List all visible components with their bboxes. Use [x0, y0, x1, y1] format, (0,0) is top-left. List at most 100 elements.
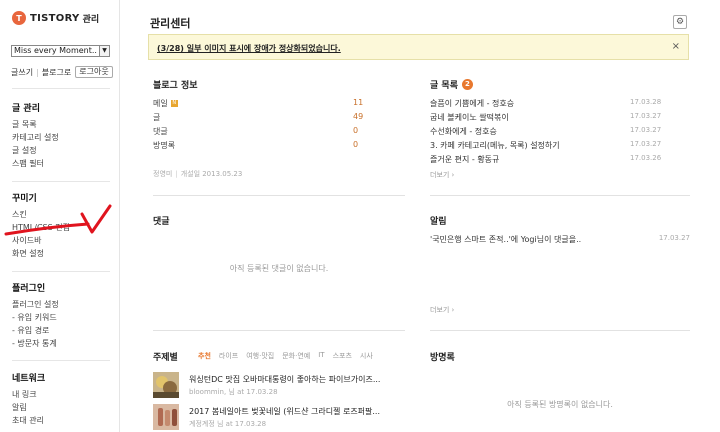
divider [12, 360, 110, 361]
post-date: 17.03.27 [630, 126, 662, 134]
tistory-logo[interactable]: T TISTORY 관리 [12, 11, 99, 25]
write-link[interactable]: 글쓰기 [11, 67, 33, 78]
sidebar-item-sidebar[interactable]: 사이드바 [12, 234, 112, 247]
sidebar-section-posts: 글 관리 글 목록 카테고리 설정 글 설정 스팸 필터 [12, 101, 112, 170]
notice-message[interactable]: (3/28) 일부 이미지 표시에 장애가 정상화되었습니다. [157, 43, 341, 54]
panel-title: 글 목록 [430, 81, 458, 91]
post-date: 17.03.26 [630, 154, 662, 162]
sidebar-item-post-settings[interactable]: 글 설정 [12, 144, 112, 157]
sidebar-item-spam-filter[interactable]: 스팸 필터 [12, 157, 112, 170]
sidebar-item-alarm[interactable]: 알림 [12, 401, 112, 414]
panel-title: 방명록 [430, 353, 455, 363]
divider [430, 195, 690, 196]
post-list-panel: 글 목록 2 [430, 78, 473, 91]
divider [430, 330, 690, 331]
tab-news[interactable]: 시사 [360, 351, 373, 361]
sidebar-item-inflow-path[interactable]: - 유입 경로 [12, 324, 112, 337]
stat-label: 글 [153, 113, 161, 122]
post-date: 17.03.28 [630, 98, 662, 106]
empty-message: 아직 등록된 댓글이 없습니다. [229, 264, 329, 273]
more-link[interactable]: 더보기 › [430, 305, 454, 315]
post-count-badge: 2 [461, 79, 473, 90]
divider: | [36, 67, 39, 77]
sidebar-section-title: 네트워크 [12, 374, 46, 384]
stat-row-posts[interactable]: 글 49 [153, 112, 373, 123]
sidebar-item-category-settings[interactable]: 카테고리 설정 [12, 131, 112, 144]
blog-meta: 정영미 | 개설일 2013.05.23 [153, 169, 242, 179]
settings-button[interactable]: ⚙ [673, 15, 687, 29]
panel-title: 주제별 [153, 353, 178, 363]
alarm-panel: 알림 [430, 214, 447, 227]
tab-life[interactable]: 라이프 [219, 351, 238, 361]
panel-title: 댓글 [153, 217, 170, 227]
sidebar-section-title: 글 관리 [12, 104, 40, 114]
page-title: 관리센터 [150, 17, 191, 30]
sidebar-section-plugins: 플러그인 플러그인 설정 - 유입 키워드 - 유입 경로 - 방문자 통계 [12, 281, 112, 350]
sidebar-item-plugin-settings[interactable]: 플러그인 설정 [12, 298, 112, 311]
goto-blog-link[interactable]: 블로그로 [42, 67, 71, 78]
tab-recommend[interactable]: 추천 [198, 351, 211, 361]
tab-culture-ent[interactable]: 문화·연예 [282, 351, 310, 361]
post-title[interactable]: 수선화에게 - 정호승 [430, 126, 497, 137]
panel-title: 알림 [430, 217, 447, 227]
stat-value: 49 [353, 112, 364, 121]
feed-item[interactable]: 2017 봄네일아트 벚꽃네일 (위드샨 그라디젤 로즈퍼팔... 계정계정 님… [153, 404, 403, 432]
topics-panel: 주제별 [153, 350, 178, 363]
chevron-down-icon: ▼ [99, 46, 109, 56]
more-link[interactable]: 더보기 › [430, 170, 454, 180]
tab-sports[interactable]: 스포츠 [333, 351, 352, 361]
feed-thumbnail [153, 372, 179, 398]
post-row[interactable]: 3. 카페 카테고리(메뉴, 목록) 설정하기 17.03.27 [430, 140, 690, 151]
sidebar-section-title: 플러그인 [12, 284, 46, 294]
post-title[interactable]: 굽네 볼케이노 쌀떡볶이 [430, 112, 509, 123]
alarm-text[interactable]: '국민은행 스마트 존적..'에 Yogi님이 댓글을.. [430, 234, 581, 245]
post-row[interactable]: 수선화에게 - 정호승 17.03.27 [430, 126, 690, 137]
sidebar-item-invite[interactable]: 초대 관리 [12, 414, 112, 427]
close-icon[interactable]: × [672, 41, 680, 52]
post-row[interactable]: 슬픔이 기쁨에게 - 정호승 17.03.28 [430, 98, 690, 109]
tab-travel-food[interactable]: 여행·맛집 [246, 351, 274, 361]
guestbook-panel: 방명록 [430, 350, 455, 363]
logout-button[interactable]: 로그아웃 [75, 66, 113, 78]
feed-title[interactable]: 워싱턴DC 맛집 오바마대통령이 좋아하는 파이브가이즈... [189, 374, 380, 385]
sidebar-item-html-css-edit[interactable]: HTML/CSS 편집 [12, 221, 112, 234]
alarm-item[interactable]: '국민은행 스마트 존적..'에 Yogi님이 댓글을.. 17.03.27 [430, 234, 690, 245]
blog-owner: 정영미 [153, 170, 173, 178]
post-date: 17.03.27 [630, 140, 662, 148]
sidebar-item-skin[interactable]: 스킨 [12, 208, 112, 221]
topic-tabs: 추천 라이프 여행·맛집 문화·연예 IT 스포츠 시사 [198, 351, 381, 361]
blog-select-dropdown[interactable]: Miss every Moment.. ▼ [11, 45, 110, 57]
stat-row-comments[interactable]: 댓글 0 [153, 126, 373, 137]
feed-item[interactable]: 워싱턴DC 맛집 오바마대통령이 좋아하는 파이브가이즈... bloommin… [153, 372, 403, 400]
tab-it[interactable]: IT [318, 351, 324, 361]
panel-title: 블로그 정보 [153, 81, 198, 91]
divider [12, 181, 110, 182]
blog-select-value: Miss every Moment.. [14, 46, 97, 55]
blog-opened-date: 개설일 2013.05.23 [180, 170, 243, 178]
new-badge: N [170, 100, 178, 107]
post-row[interactable]: 즐거운 편지 - 황동규 17.03.26 [430, 154, 690, 165]
post-title[interactable]: 슬픔이 기쁨에게 - 정호승 [430, 98, 514, 109]
feed-meta: 계정계정 님 at 17.03.28 [189, 420, 267, 428]
divider: | [175, 170, 178, 178]
post-date: 17.03.27 [630, 112, 662, 120]
sidebar-item-my-links[interactable]: 내 링크 [12, 388, 112, 401]
stat-row-mail[interactable]: 메일 N 11 [153, 98, 373, 109]
stat-row-guestbook[interactable]: 방명록 0 [153, 140, 373, 151]
divider [153, 330, 405, 331]
stat-label: 방명록 [153, 141, 176, 150]
sidebar-item-post-list[interactable]: 글 목록 [12, 118, 112, 131]
post-title[interactable]: 3. 카페 카테고리(메뉴, 목록) 설정하기 [430, 140, 560, 151]
gear-icon: ⚙ [675, 17, 685, 27]
feed-thumbnail [153, 404, 179, 430]
feed-title[interactable]: 2017 봄네일아트 벚꽃네일 (위드샨 그라디젤 로즈퍼팔... [189, 406, 380, 417]
post-row[interactable]: 굽네 볼케이노 쌀떡볶이 17.03.27 [430, 112, 690, 123]
sidebar-item-screen-settings[interactable]: 화면 설정 [12, 247, 112, 260]
sidebar-item-inflow-keywords[interactable]: - 유입 키워드 [12, 311, 112, 324]
tistory-logo-icon: T [12, 11, 26, 25]
stat-value: 0 [353, 126, 359, 135]
sidebar-item-visitor-stats[interactable]: - 방문자 통계 [12, 337, 112, 350]
quick-links: 글쓰기 | 블로그로 로그아웃 [11, 66, 113, 78]
divider [153, 195, 405, 196]
post-title[interactable]: 즐거운 편지 - 황동규 [430, 154, 499, 165]
